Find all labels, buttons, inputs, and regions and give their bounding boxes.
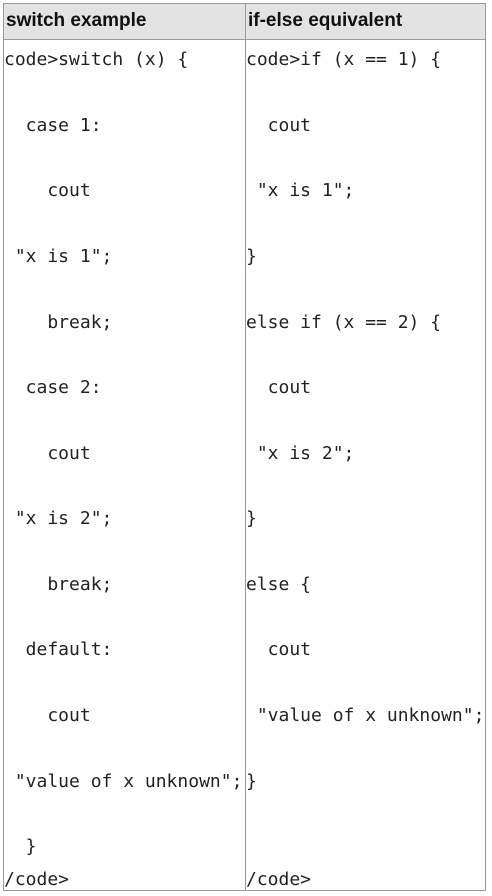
code-line: cout — [4, 443, 91, 464]
code-line: case 1: — [4, 115, 102, 136]
code-line: cout — [4, 705, 91, 726]
code-line: else if (x == 2) { — [246, 312, 442, 333]
code-line: "x is 1"; — [246, 180, 355, 201]
code-line: } — [4, 836, 37, 857]
code-line: default: — [4, 639, 113, 660]
code-line: "x is 2"; — [246, 443, 355, 464]
code-line: cout — [246, 115, 312, 136]
code-comparison-table: switch example if-else equivalent code>s… — [3, 3, 486, 891]
code-line: break; — [4, 312, 113, 333]
code-line: /code> — [246, 869, 312, 890]
header-if-else-equivalent: if-else equivalent — [248, 10, 403, 31]
code-line: "value of x unknown"; — [246, 705, 485, 726]
code-line: cout — [246, 377, 312, 398]
code-line: } — [246, 508, 257, 529]
code-line: "x is 2"; — [4, 508, 113, 529]
code-line: /code> — [4, 869, 70, 890]
code-line: code>if (x == 1) { — [246, 49, 442, 70]
code-line: } — [246, 246, 257, 267]
code-line: } — [246, 771, 257, 792]
code-line: "x is 1"; — [4, 246, 113, 267]
code-line: break; — [4, 574, 113, 595]
code-line: cout — [4, 180, 91, 201]
code-line: cout — [246, 639, 312, 660]
header-switch-example: switch example — [6, 10, 147, 31]
code-line: code>switch (x) { — [4, 49, 189, 70]
code-line: "value of x unknown"; — [4, 771, 243, 792]
code-line: case 2: — [4, 377, 102, 398]
code-line: else { — [246, 574, 312, 595]
